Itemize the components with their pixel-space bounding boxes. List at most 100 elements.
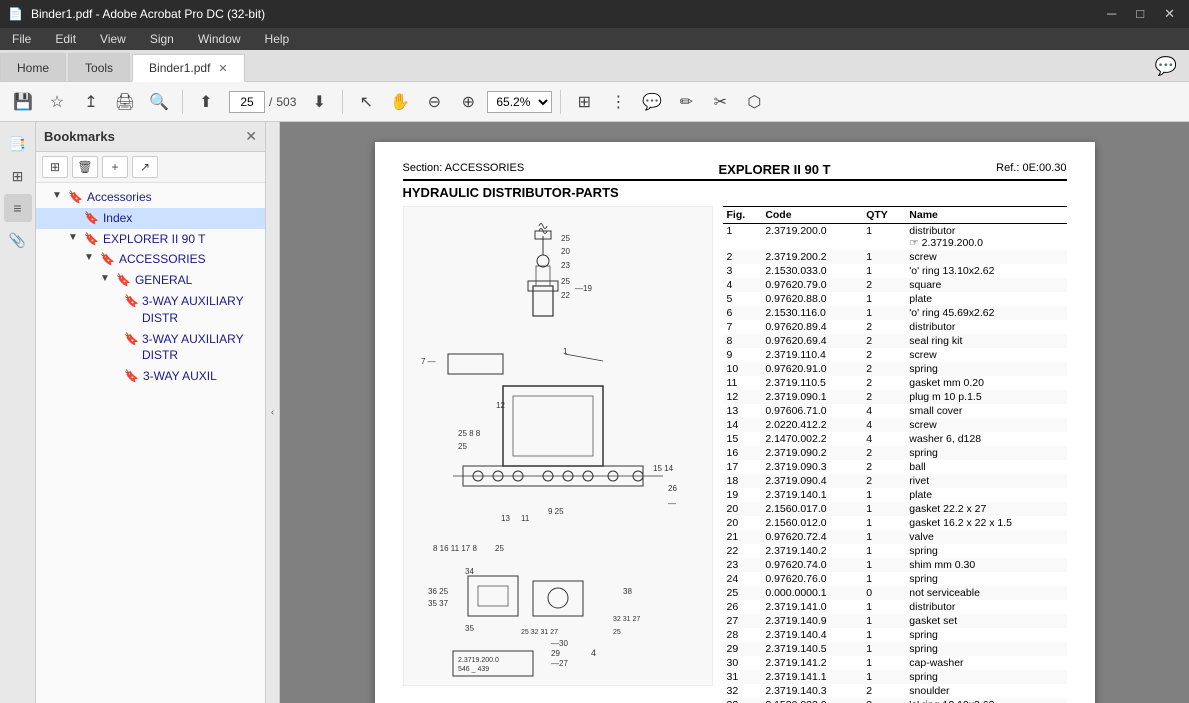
bookmark-item-3way-1[interactable]: 🔖 3-WAY AUXILIARY DISTR	[36, 291, 265, 329]
bookmark-icon: 🔖	[124, 293, 138, 310]
table-row: 202.1560.012.01gasket 16.2 x 22 x 1.5	[723, 516, 1067, 530]
search-button[interactable]: 🔍	[144, 87, 174, 117]
sidebar-panel: Bookmarks ✕ ⊞ 🗑 + ↗ ▼ 🔖 Accessories 🔖 In…	[36, 122, 266, 703]
svg-text:29: 29	[551, 649, 560, 658]
svg-text:32 31 27: 32 31 27	[613, 616, 640, 623]
app-icon: 📄	[8, 7, 23, 21]
close-button[interactable]: ✕	[1158, 4, 1181, 24]
table-row: 40.97620.79.02square	[723, 278, 1067, 292]
nav-bookmarks-icon[interactable]: 📑	[4, 130, 32, 158]
table-row: 202.1560.017.01gasket 22.2 x 27	[723, 502, 1067, 516]
toolbar: 💾 ☆ ↥ 🖨 🔍 ⬆ / 503 ⬇ ↖ ✋ ⊖ ⊕ 65.2% 50% 75…	[0, 82, 1189, 122]
prev-page-button[interactable]: ⬆	[191, 87, 221, 117]
svg-text:13: 13	[501, 514, 510, 523]
menu-view[interactable]: View	[96, 30, 130, 48]
pdf-ref: Ref.: 0E:00.30	[947, 162, 1067, 174]
share2-button[interactable]: ⬡	[739, 87, 769, 117]
sidebar-collapse-handle[interactable]: ‹	[266, 122, 280, 703]
menu-file[interactable]: File	[8, 30, 35, 48]
bookmark-icon: 🔖	[84, 231, 99, 248]
select-tool-button[interactable]: ↖	[351, 87, 381, 117]
zoom-select[interactable]: 65.2% 50% 75% 100% 125% 150% 200%	[487, 91, 552, 113]
svg-text:34: 34	[465, 567, 474, 576]
parts-table: Fig. Code QTY Name 12.3719.200.01distrib…	[723, 206, 1067, 703]
bookmark-delete-btn[interactable]: 🗑	[72, 156, 98, 178]
menu-edit[interactable]: Edit	[51, 30, 80, 48]
bookmark-tree: ▼ 🔖 Accessories 🔖 Index ▼ 🔖 EXPLORER II …	[36, 183, 265, 703]
table-row: 332.1530.033.03'o' ring 13.10x2.62	[723, 698, 1067, 703]
svg-text:35 37: 35 37	[428, 599, 449, 608]
svg-text:12: 12	[496, 401, 505, 410]
separator-1	[182, 90, 183, 114]
sidebar-close-button[interactable]: ✕	[245, 128, 257, 145]
bookmark-item-3way-3[interactable]: 🔖 3-WAY AUXIL	[36, 366, 265, 387]
pdf-viewer[interactable]: Section: ACCESSORIES EXPLORER II 90 T Re…	[280, 122, 1189, 703]
svg-text:546 _ 439: 546 _ 439	[458, 666, 489, 673]
table-row: 272.3719.140.91gasket set	[723, 614, 1067, 628]
table-row: 302.3719.141.21cap-washer	[723, 656, 1067, 670]
maximize-button[interactable]: □	[1130, 4, 1150, 24]
svg-text:20: 20	[561, 247, 570, 256]
scroll-button[interactable]: ⋮	[603, 87, 633, 117]
nav-thumbnails-icon[interactable]: ⊞	[4, 162, 32, 190]
share-button[interactable]: ↥	[76, 87, 106, 117]
col-qty: QTY	[862, 207, 905, 224]
bookmark-icon: 🔖	[84, 210, 99, 227]
bookmark-expand-btn[interactable]: ↗	[132, 156, 158, 178]
zoom-in-button[interactable]: ⊕	[453, 87, 483, 117]
table-row: 240.97620.76.01spring	[723, 572, 1067, 586]
nav-attachments-icon[interactable]: 📎	[4, 226, 32, 254]
pdf-section-text: Section: ACCESSORIES	[403, 162, 603, 174]
bookmark-item-accessories[interactable]: ▼ 🔖 Accessories	[36, 187, 265, 208]
table-row: 62.1530.116.01'o' ring 45.69x2.62	[723, 306, 1067, 320]
col-code: Code	[761, 207, 862, 224]
menu-help[interactable]: Help	[261, 30, 294, 48]
bookmark-item-accessories2[interactable]: ▼ 🔖 ACCESSORIES	[36, 249, 265, 270]
chat-icon[interactable]: 💬	[1143, 52, 1189, 81]
bookmark-item-index[interactable]: 🔖 Index	[36, 208, 265, 229]
table-row: 230.97620.74.01shim mm 0.30	[723, 558, 1067, 572]
table-row: 292.3719.140.51spring	[723, 642, 1067, 656]
print-button[interactable]: 🖨	[110, 87, 140, 117]
bookmark-item-3way-2[interactable]: 🔖 3-WAY AUXILIARY DISTR	[36, 329, 265, 367]
svg-text:25: 25	[613, 629, 621, 636]
bookmark-item-explorer[interactable]: ▼ 🔖 EXPLORER II 90 T	[36, 229, 265, 250]
svg-text:25 8 8: 25 8 8	[458, 429, 481, 438]
bookmark-label: ACCESSORIES	[119, 251, 206, 268]
bookmark-button[interactable]: ☆	[42, 87, 72, 117]
svg-text:22: 22	[561, 291, 570, 300]
table-row: 262.3719.141.01distributor	[723, 600, 1067, 614]
save-button[interactable]: 💾	[8, 87, 38, 117]
menu-bar: File Edit View Sign Window Help	[0, 28, 1189, 50]
table-row: 142.0220.412.24screw	[723, 418, 1067, 432]
pdf-model-title: EXPLORER II 90 T	[603, 162, 947, 177]
pdf-diagram-area: 25 20 23 25 22 —19 7 — 8 16 11 17 8 25	[403, 206, 713, 703]
table-row: 92.3719.110.42screw	[723, 348, 1067, 362]
next-page-button[interactable]: ⬇	[304, 87, 334, 117]
page-number-input[interactable]	[229, 91, 265, 113]
bookmark-label: EXPLORER II 90 T	[103, 231, 206, 248]
draw-button[interactable]: ✏	[671, 87, 701, 117]
total-pages: 503	[276, 95, 296, 109]
zoom-out-button[interactable]: ⊖	[419, 87, 449, 117]
tab-close-button[interactable]: ✕	[218, 62, 227, 75]
nav-layers-icon[interactable]: ≡	[4, 194, 32, 222]
separator-3	[560, 90, 561, 114]
bookmark-add-btn[interactable]: +	[102, 156, 128, 178]
minimize-button[interactable]: ─	[1101, 4, 1122, 24]
tab-tools[interactable]: Tools	[68, 53, 130, 81]
tab-home[interactable]: Home	[0, 53, 66, 81]
menu-window[interactable]: Window	[194, 30, 245, 48]
table-row: 50.97620.88.01plate	[723, 292, 1067, 306]
measure-button[interactable]: ✂	[705, 87, 735, 117]
svg-text:26: 26	[668, 484, 677, 493]
fit-page-button[interactable]: ⊞	[569, 87, 599, 117]
menu-sign[interactable]: Sign	[146, 30, 178, 48]
title-bar-left: 📄 Binder1.pdf - Adobe Acrobat Pro DC (32…	[8, 7, 265, 21]
bookmark-grid-btn[interactable]: ⊞	[42, 156, 68, 178]
tab-document[interactable]: Binder1.pdf ✕	[132, 54, 245, 82]
bookmark-item-general[interactable]: ▼ 🔖 GENERAL	[36, 270, 265, 291]
hand-tool-button[interactable]: ✋	[385, 87, 415, 117]
svg-text:25: 25	[561, 234, 570, 243]
comment-button[interactable]: 💬	[637, 87, 667, 117]
